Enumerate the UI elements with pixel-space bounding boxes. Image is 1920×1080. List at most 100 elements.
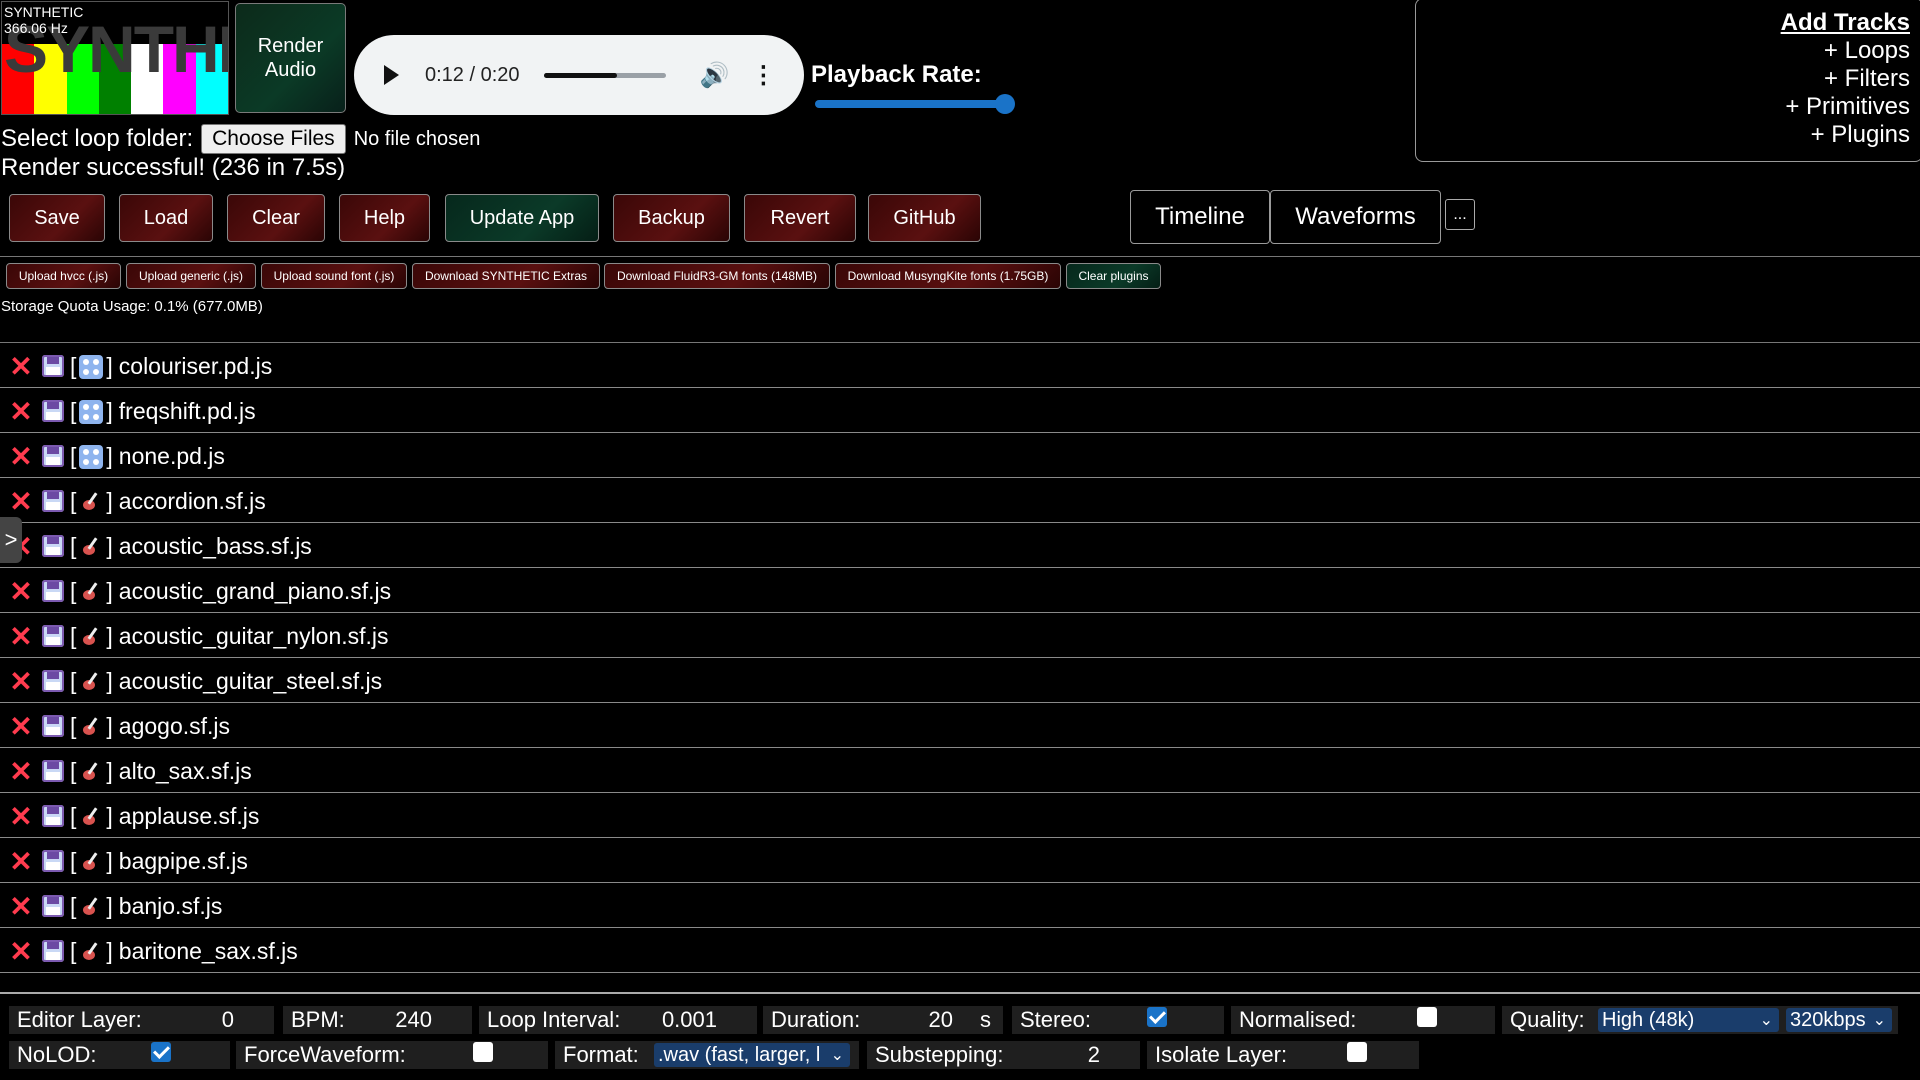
audio-seek-bar[interactable] [543, 72, 666, 78]
delete-icon[interactable]: ✕ [6, 575, 36, 608]
nolod-checkbox[interactable] [151, 1042, 171, 1062]
save-disk-icon[interactable] [42, 670, 64, 692]
plugin-name[interactable]: baritone_sax.sf.js [119, 938, 298, 965]
playback-rate-thumb[interactable] [995, 94, 1015, 114]
plugin-row: ✕ [] none.pd.js [0, 434, 1920, 478]
save-button[interactable]: Save [9, 194, 105, 242]
save-disk-icon[interactable] [42, 445, 64, 467]
bpm-label: BPM: [291, 1007, 345, 1032]
plugin-name[interactable]: accordion.sf.js [119, 488, 266, 515]
audio-player: 0:12 / 0:20 🔊 ⋮ [354, 35, 804, 115]
clear-button[interactable]: Clear [227, 194, 325, 242]
download-extras-button[interactable]: Download SYNTHETIC Extras [412, 263, 600, 289]
bpm-input[interactable]: 240 [395, 1007, 432, 1033]
timeline-button[interactable]: Timeline [1130, 190, 1270, 244]
duration-input[interactable]: 20 [929, 1007, 953, 1033]
save-disk-icon[interactable] [42, 355, 64, 377]
plugin-name[interactable]: banjo.sf.js [119, 893, 223, 920]
delete-icon[interactable]: ✕ [6, 935, 36, 968]
format-select[interactable]: .wav (fast, larger, l ⌄ [654, 1043, 850, 1067]
add-primitives-link[interactable]: + Primitives [1416, 93, 1910, 121]
backup-button[interactable]: Backup [613, 194, 730, 242]
save-disk-icon[interactable] [42, 805, 64, 827]
side-panel-toggle[interactable]: > [0, 517, 22, 563]
help-button[interactable]: Help [339, 194, 430, 242]
update-app-button[interactable]: Update App [445, 194, 599, 242]
revert-button[interactable]: Revert [744, 194, 856, 242]
plugin-name[interactable]: acoustic_guitar_nylon.sf.js [119, 623, 389, 650]
normalised-checkbox[interactable] [1417, 1007, 1437, 1027]
waveforms-button[interactable]: Waveforms [1270, 190, 1441, 244]
save-disk-icon[interactable] [42, 535, 64, 557]
download-musyngkite-button[interactable]: Download MusyngKite fonts (1.75GB) [835, 263, 1061, 289]
delete-icon[interactable]: ✕ [6, 890, 36, 923]
plugin-type-badge: [] [70, 892, 113, 919]
add-tracks-panel: Add Tracks + Loops + Filters + Primitive… [1415, 0, 1920, 162]
plugin-name[interactable]: acoustic_guitar_steel.sf.js [119, 668, 382, 695]
save-disk-icon[interactable] [42, 715, 64, 737]
add-tracks-title[interactable]: Add Tracks [1416, 9, 1910, 37]
load-button[interactable]: Load [119, 194, 213, 242]
save-disk-icon[interactable] [42, 760, 64, 782]
editor-layer-input[interactable]: 0 [222, 1007, 234, 1033]
upload-hvcc-button[interactable]: Upload hvcc (.js) [6, 263, 121, 289]
play-icon[interactable] [384, 65, 399, 85]
add-loops-link[interactable]: + Loops [1416, 37, 1910, 65]
plugin-name[interactable]: acoustic_grand_piano.sf.js [119, 578, 391, 605]
bitrate-select[interactable]: 320kbps ⌄ [1786, 1008, 1892, 1032]
save-disk-icon[interactable] [42, 400, 64, 422]
loop-interval-input[interactable]: 0.001 [662, 1007, 717, 1033]
volume-icon[interactable]: 🔊 [700, 61, 730, 90]
plugin-type-badge: [] [70, 712, 113, 739]
save-disk-icon[interactable] [42, 580, 64, 602]
download-fluidr3-button[interactable]: Download FluidR3-GM fonts (148MB) [604, 263, 830, 289]
plugin-name[interactable]: acoustic_bass.sf.js [119, 533, 312, 560]
force-waveform-checkbox[interactable] [473, 1042, 493, 1062]
delete-icon[interactable]: ✕ [6, 440, 36, 473]
clear-plugins-button[interactable]: Clear plugins [1066, 263, 1161, 289]
quality-select[interactable]: High (48k) ⌄ [1598, 1008, 1779, 1032]
github-button[interactable]: GitHub [868, 194, 981, 242]
render-audio-button[interactable]: Render Audio [235, 3, 346, 113]
save-disk-icon[interactable] [42, 895, 64, 917]
plugin-row: ✕ [] acoustic_guitar_steel.sf.js [0, 659, 1920, 703]
substepping-input[interactable]: 2 [1088, 1042, 1100, 1068]
delete-icon[interactable]: ✕ [6, 665, 36, 698]
add-filters-link[interactable]: + Filters [1416, 65, 1910, 93]
save-disk-icon[interactable] [42, 490, 64, 512]
delete-icon[interactable]: ✕ [6, 485, 36, 518]
delete-icon[interactable]: ✕ [6, 620, 36, 653]
quality-value: High (48k) [1602, 1008, 1695, 1031]
save-disk-icon[interactable] [42, 625, 64, 647]
delete-icon[interactable]: ✕ [6, 350, 36, 383]
more-views-button[interactable]: ... [1445, 199, 1475, 230]
playback-rate-slider[interactable] [815, 94, 1015, 114]
delete-icon[interactable]: ✕ [6, 395, 36, 428]
plugin-row: ✕ [] banjo.sf.js [0, 884, 1920, 928]
stereo-checkbox[interactable] [1147, 1007, 1167, 1027]
plugin-row: ✕ [] alto_sax.sf.js [0, 749, 1920, 793]
delete-icon[interactable]: ✕ [6, 845, 36, 878]
add-plugins-link[interactable]: + Plugins [1416, 121, 1910, 149]
plugin-name[interactable]: agogo.sf.js [119, 713, 230, 740]
upload-generic-button[interactable]: Upload generic (.js) [126, 263, 256, 289]
isolate-layer-checkbox[interactable] [1347, 1042, 1367, 1062]
delete-icon[interactable]: ✕ [6, 755, 36, 788]
save-disk-icon[interactable] [42, 940, 64, 962]
playback-rate-label: Playback Rate: [811, 61, 982, 88]
plugin-name[interactable]: none.pd.js [119, 443, 225, 470]
save-disk-icon[interactable] [42, 850, 64, 872]
more-options-icon[interactable]: ⋮ [751, 61, 775, 90]
dice-icon [79, 355, 104, 380]
plugin-row: ✕ [] freqshift.pd.js [0, 389, 1920, 433]
plugin-name[interactable]: applause.sf.js [119, 803, 260, 830]
choose-files-button[interactable]: Choose Files [201, 124, 346, 154]
plugin-type-badge: [] [70, 442, 113, 470]
delete-icon[interactable]: ✕ [6, 710, 36, 743]
plugin-name[interactable]: alto_sax.sf.js [119, 758, 252, 785]
plugin-name[interactable]: colouriser.pd.js [119, 353, 272, 380]
plugin-name[interactable]: bagpipe.sf.js [119, 848, 248, 875]
plugin-name[interactable]: freqshift.pd.js [119, 398, 256, 425]
upload-sound-font-button[interactable]: Upload sound font (.js) [261, 263, 407, 289]
delete-icon[interactable]: ✕ [6, 800, 36, 833]
